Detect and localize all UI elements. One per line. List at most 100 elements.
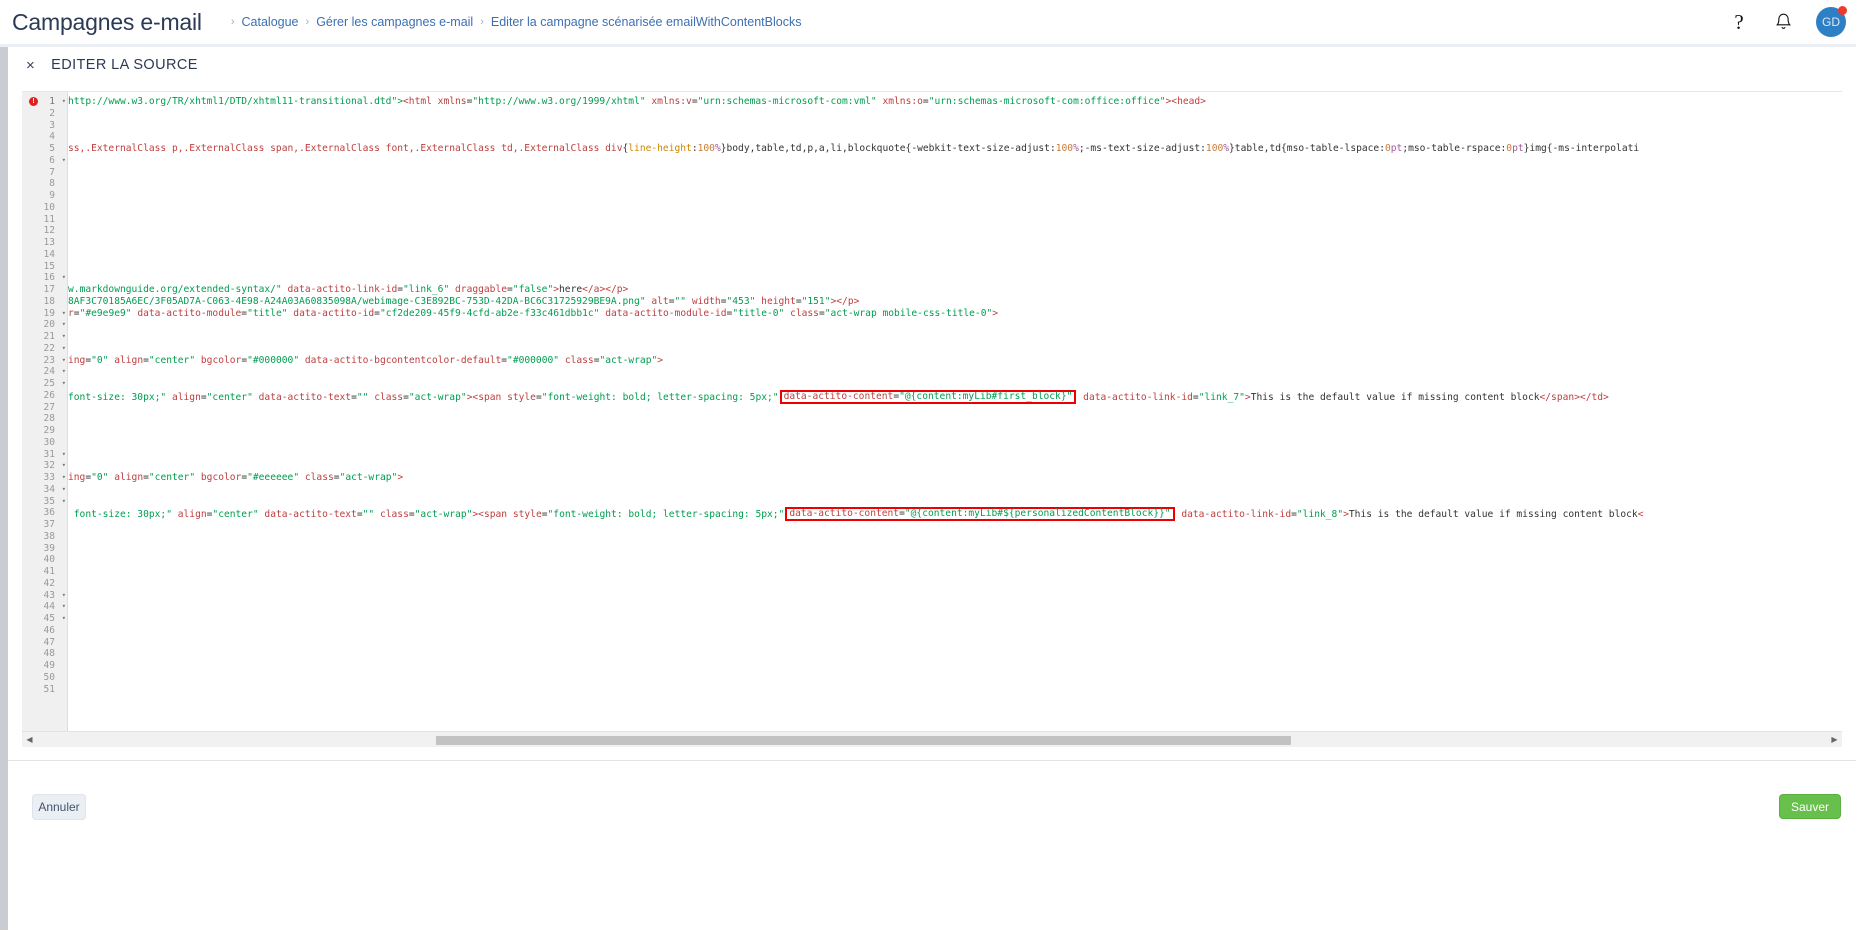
- code-line-47[interactable]: [68, 637, 1842, 649]
- gutter-line-44[interactable]: 44 ▾: [22, 601, 67, 613]
- fold-toggle-icon[interactable]: ▾: [62, 496, 66, 508]
- gutter-line-29[interactable]: 29: [22, 425, 67, 437]
- fold-toggle-icon[interactable]: ▾: [62, 378, 66, 390]
- code-line-30[interactable]: [68, 437, 1842, 449]
- fold-toggle-icon[interactable]: ▾: [62, 308, 66, 320]
- gutter-line-22[interactable]: 22 ▾: [22, 343, 67, 355]
- gutter-line-36[interactable]: 36: [22, 507, 67, 519]
- gutter-line-3[interactable]: 3: [22, 120, 67, 132]
- code-line-31[interactable]: [68, 449, 1842, 461]
- gutter-line-23[interactable]: 23 ▾: [22, 355, 67, 367]
- gutter-line-46[interactable]: 46: [22, 625, 67, 637]
- close-icon[interactable]: ×: [26, 58, 35, 73]
- code-line-17[interactable]: w.markdownguide.org/extended-syntax/" da…: [68, 284, 1842, 296]
- gutter-line-5[interactable]: 5: [22, 143, 67, 155]
- gutter-line-30[interactable]: 30: [22, 437, 67, 449]
- code-line-44[interactable]: [68, 601, 1842, 613]
- gutter-line-41[interactable]: 41: [22, 566, 67, 578]
- gutter-line-43[interactable]: 43 ▾: [22, 590, 67, 602]
- fold-toggle-icon[interactable]: ▾: [62, 272, 66, 284]
- breadcrumb-item-2[interactable]: Editer la campagne scénarisée emailWithC…: [491, 15, 802, 29]
- code-line-39[interactable]: [68, 543, 1842, 555]
- code-line-8[interactable]: [68, 178, 1842, 190]
- editor-horizontal-scrollbar[interactable]: ◀ ▶: [22, 731, 1842, 747]
- code-line-49[interactable]: [68, 660, 1842, 672]
- gutter-line-42[interactable]: 42: [22, 578, 67, 590]
- gutter-line-13[interactable]: 13: [22, 237, 67, 249]
- code-line-15[interactable]: [68, 261, 1842, 273]
- fold-toggle-icon[interactable]: ▾: [62, 319, 66, 331]
- code-line-28[interactable]: [68, 413, 1842, 425]
- gutter-line-4[interactable]: 4: [22, 131, 67, 143]
- cancel-button[interactable]: Annuler: [32, 794, 86, 820]
- code-line-50[interactable]: [68, 672, 1842, 684]
- fold-toggle-icon[interactable]: ▾: [62, 590, 66, 602]
- gutter-line-51[interactable]: 51: [22, 684, 67, 696]
- gutter-line-21[interactable]: 21 ▾: [22, 331, 67, 343]
- breadcrumb-item-1[interactable]: Gérer les campagnes e-mail: [316, 15, 473, 29]
- scrollbar-track[interactable]: [36, 733, 1828, 747]
- gutter-line-20[interactable]: 20 ▾: [22, 319, 67, 331]
- fold-toggle-icon[interactable]: ▾: [62, 460, 66, 472]
- code-line-11[interactable]: [68, 214, 1842, 226]
- gutter-line-45[interactable]: 45 ▾: [22, 613, 67, 625]
- bell-icon[interactable]: [1772, 11, 1794, 33]
- gutter-line-2[interactable]: 2: [22, 108, 67, 120]
- save-button[interactable]: Sauver: [1779, 794, 1841, 819]
- code-line-35[interactable]: [68, 496, 1842, 508]
- gutter-line-35[interactable]: 35 ▾: [22, 496, 67, 508]
- fold-toggle-icon[interactable]: ▾: [62, 96, 66, 108]
- error-marker-icon[interactable]: !: [29, 97, 38, 106]
- gutter-line-10[interactable]: 10: [22, 202, 67, 214]
- code-line-24[interactable]: [68, 366, 1842, 378]
- gutter-line-15[interactable]: 15: [22, 261, 67, 273]
- code-line-36[interactable]: font-size: 30px;" align="center" data-ac…: [68, 507, 1842, 522]
- fold-toggle-icon[interactable]: ▾: [62, 343, 66, 355]
- gutter-line-37[interactable]: 37: [22, 519, 67, 531]
- code-line-46[interactable]: [68, 625, 1842, 637]
- code-line-40[interactable]: [68, 554, 1842, 566]
- fold-toggle-icon[interactable]: ▾: [62, 484, 66, 496]
- gutter-line-17[interactable]: 17: [22, 284, 67, 296]
- gutter-line-38[interactable]: 38: [22, 531, 67, 543]
- gutter-line-25[interactable]: 25 ▾: [22, 378, 67, 390]
- code-line-3[interactable]: [68, 120, 1842, 132]
- gutter-line-1[interactable]: 1! ▾: [22, 96, 67, 108]
- gutter-line-7[interactable]: 7: [22, 167, 67, 179]
- gutter-line-14[interactable]: 14: [22, 249, 67, 261]
- gutter-line-40[interactable]: 40: [22, 554, 67, 566]
- editor-code-area[interactable]: http://www.w3.org/TR/xhtml1/DTD/xhtml11-…: [68, 92, 1842, 731]
- help-icon[interactable]: ?: [1728, 11, 1750, 33]
- gutter-line-11[interactable]: 11: [22, 214, 67, 226]
- code-line-51[interactable]: [68, 684, 1842, 696]
- code-line-29[interactable]: [68, 425, 1842, 437]
- code-line-1[interactable]: http://www.w3.org/TR/xhtml1/DTD/xhtml11-…: [68, 96, 1842, 108]
- gutter-line-26[interactable]: 26: [22, 390, 67, 402]
- code-line-12[interactable]: [68, 225, 1842, 237]
- code-line-21[interactable]: [68, 331, 1842, 343]
- code-line-16[interactable]: [68, 272, 1842, 284]
- scroll-right-arrow[interactable]: ▶: [1829, 734, 1840, 745]
- gutter-line-27[interactable]: 27: [22, 402, 67, 414]
- gutter-line-50[interactable]: 50: [22, 672, 67, 684]
- gutter-line-34[interactable]: 34 ▾: [22, 484, 67, 496]
- code-editor[interactable]: 1! ▾ 2 3 4 5 6 ▾ 7 8 9 10 11 12 13 14 15 16 ▾ 17 18 19 ▾ 20 ▾ 21 ▾…: [22, 91, 1842, 731]
- gutter-line-12[interactable]: 12: [22, 225, 67, 237]
- gutter-line-31[interactable]: 31 ▾: [22, 449, 67, 461]
- code-line-45[interactable]: [68, 613, 1842, 625]
- code-line-13[interactable]: [68, 237, 1842, 249]
- gutter-line-33[interactable]: 33 ▾: [22, 472, 67, 484]
- code-line-34[interactable]: [68, 484, 1842, 496]
- code-line-10[interactable]: [68, 202, 1842, 214]
- code-line-7[interactable]: [68, 167, 1842, 179]
- code-line-26[interactable]: font-size: 30px;" align="center" data-ac…: [68, 389, 1842, 404]
- fold-toggle-icon[interactable]: ▾: [62, 355, 66, 367]
- code-line-25[interactable]: [68, 378, 1842, 390]
- avatar[interactable]: GD: [1816, 6, 1847, 37]
- code-line-2[interactable]: [68, 108, 1842, 120]
- fold-toggle-icon[interactable]: ▾: [62, 155, 66, 167]
- gutter-line-24[interactable]: 24 ▾: [22, 366, 67, 378]
- gutter-line-9[interactable]: 9: [22, 190, 67, 202]
- fold-toggle-icon[interactable]: ▾: [62, 601, 66, 613]
- code-line-14[interactable]: [68, 249, 1842, 261]
